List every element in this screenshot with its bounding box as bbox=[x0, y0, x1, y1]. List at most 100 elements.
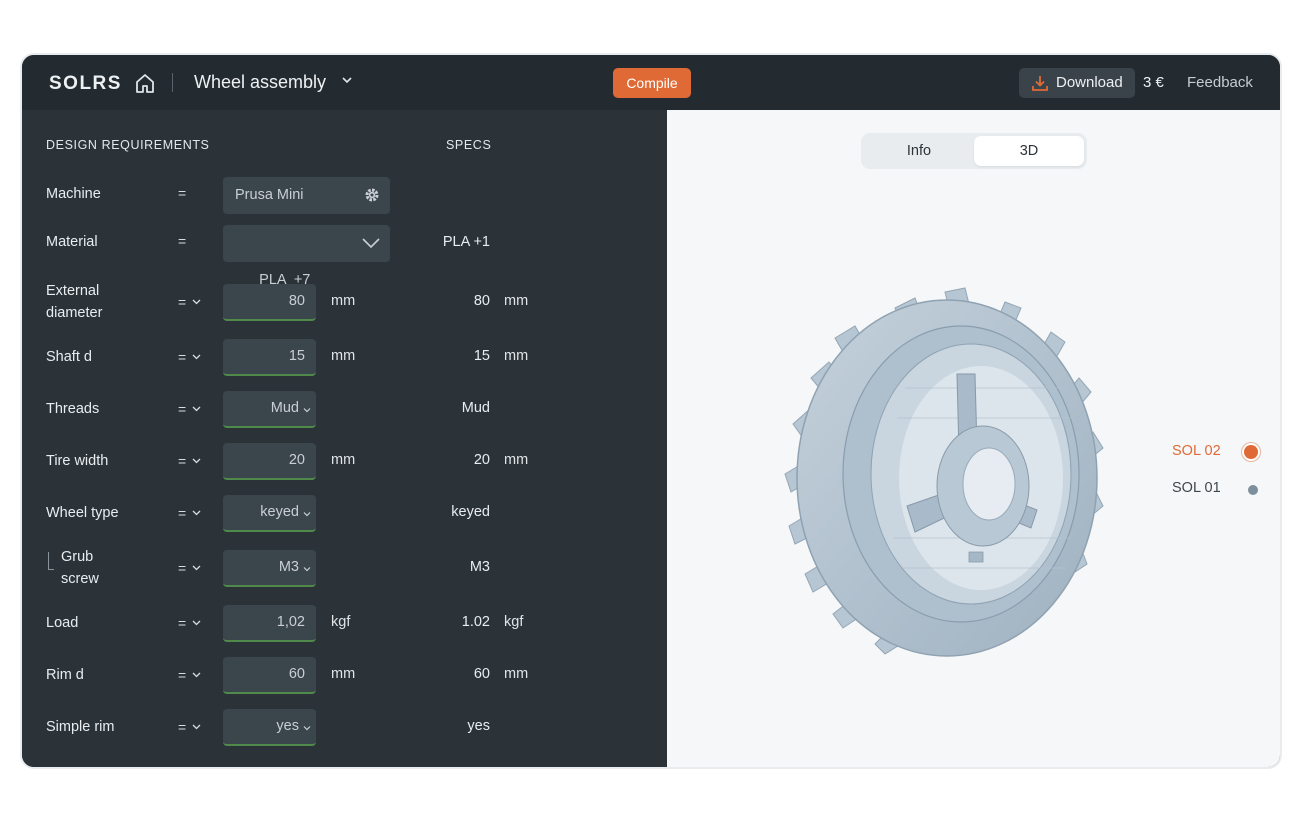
chevron-down-icon bbox=[303, 408, 311, 413]
specs-heading: SPECS bbox=[446, 138, 492, 152]
chevron-down-icon bbox=[192, 565, 201, 571]
threads-operator[interactable]: = bbox=[178, 401, 201, 417]
rim-d-label: Rim d bbox=[46, 667, 84, 683]
download-icon bbox=[1032, 76, 1048, 91]
shaft-d-unit: mm bbox=[331, 348, 356, 364]
simple-rim-select[interactable]: yes bbox=[223, 709, 316, 746]
material-operator: = bbox=[178, 233, 187, 249]
project-title: Wheel assembly bbox=[194, 72, 327, 92]
sub-item-connector bbox=[48, 552, 54, 570]
solution-sol-02[interactable]: SOL 02 bbox=[1172, 443, 1258, 459]
simple-rim-value: yes bbox=[276, 718, 299, 734]
tire-width-spec: 20 bbox=[473, 452, 490, 468]
wheel-type-select[interactable]: keyed bbox=[223, 495, 316, 532]
shaft-d-spec-unit: mm bbox=[504, 348, 529, 364]
external-diameter-input[interactable]: 80 bbox=[223, 284, 316, 321]
chevron-down-icon bbox=[192, 354, 201, 360]
price-label: 3 € bbox=[1143, 74, 1164, 91]
grub-screw-operator[interactable]: = bbox=[178, 560, 201, 576]
threads-value: Mud bbox=[270, 400, 299, 416]
project-selector[interactable]: Wheel assembly bbox=[194, 72, 353, 93]
chevron-down-icon bbox=[362, 238, 380, 249]
shaft-d-operator[interactable]: = bbox=[178, 349, 201, 365]
threads-spec: Mud bbox=[461, 400, 490, 416]
simple-rim-label: Simple rim bbox=[46, 719, 115, 735]
sol-02-label: SOL 02 bbox=[1172, 443, 1221, 459]
external-diameter-unit: mm bbox=[331, 293, 356, 309]
threads-select[interactable]: Mud bbox=[223, 391, 316, 428]
tab-3d[interactable]: 3D bbox=[974, 136, 1084, 166]
sol-01-indicator bbox=[1248, 485, 1258, 495]
chevron-down-icon bbox=[303, 512, 311, 517]
threads-label: Threads bbox=[46, 401, 100, 417]
solrs-logo: SOLRS bbox=[49, 73, 121, 94]
rim-d-spec-unit: mm bbox=[504, 666, 529, 682]
external-diameter-spec-unit: mm bbox=[504, 293, 529, 309]
external-diameter-label: External diameter bbox=[46, 283, 103, 321]
chevron-down-icon bbox=[192, 299, 201, 305]
simple-rim-operator[interactable]: = bbox=[178, 719, 201, 735]
design-requirements-heading: DESIGN REQUIREMENTS bbox=[46, 138, 210, 152]
rim-d-operator[interactable]: = bbox=[178, 667, 201, 683]
grub-screw-label: Grub screw bbox=[61, 549, 99, 587]
machine-label: Machine bbox=[46, 186, 101, 202]
material-label: Material bbox=[46, 234, 98, 250]
sol-02-indicator bbox=[1244, 445, 1258, 459]
top-bar: SOLRS Wheel assembly Compile Download 3 … bbox=[22, 55, 1280, 110]
tire-width-spec-unit: mm bbox=[504, 452, 529, 468]
simple-rim-spec: yes bbox=[467, 718, 490, 734]
compile-button[interactable]: Compile bbox=[613, 68, 691, 98]
tab-info[interactable]: Info bbox=[864, 136, 974, 166]
requirements-panel: DESIGN REQUIREMENTS SPECS Machine = Prus… bbox=[22, 110, 667, 767]
viewer-panel: Info 3D SOL 02 SOL 01 bbox=[667, 110, 1280, 767]
grub-screw-value: M3 bbox=[278, 559, 299, 575]
load-unit: kgf bbox=[331, 614, 351, 630]
chevron-down-icon bbox=[192, 458, 201, 464]
load-spec: 1.02 bbox=[461, 614, 490, 630]
gear-icon[interactable] bbox=[364, 187, 380, 203]
grub-screw-select[interactable]: M3 bbox=[223, 550, 316, 587]
chevron-down-icon bbox=[303, 567, 311, 572]
shaft-d-spec: 15 bbox=[473, 348, 490, 364]
chevron-down-icon bbox=[192, 510, 201, 516]
home-icon[interactable] bbox=[135, 72, 155, 94]
feedback-link[interactable]: Feedback bbox=[1187, 74, 1253, 91]
shaft-d-input[interactable]: 15 bbox=[223, 339, 316, 376]
app-window: SOLRS Wheel assembly Compile Download 3 … bbox=[22, 55, 1280, 767]
material-select[interactable]: PLA +7 bbox=[223, 225, 390, 288]
divider bbox=[172, 73, 173, 92]
chevron-down-icon bbox=[192, 724, 201, 730]
load-spec-unit: kgf bbox=[504, 614, 524, 630]
material-spec: PLA +1 bbox=[442, 234, 490, 250]
machine-value: Prusa Mini bbox=[235, 187, 304, 203]
chevron-down-icon bbox=[192, 672, 201, 678]
solution-sol-01[interactable]: SOL 01 bbox=[1172, 480, 1258, 496]
load-operator[interactable]: = bbox=[178, 615, 201, 631]
wheel-type-label: Wheel type bbox=[46, 505, 119, 521]
tire-width-input[interactable]: 20 bbox=[223, 443, 316, 480]
view-tabs: Info 3D bbox=[861, 133, 1087, 169]
rim-d-spec: 60 bbox=[473, 666, 490, 682]
rim-d-unit: mm bbox=[331, 666, 356, 682]
download-label: Download bbox=[1056, 74, 1123, 91]
chevron-down-icon bbox=[303, 726, 311, 731]
svg-text:SOLRS: SOLRS bbox=[49, 73, 121, 94]
tire-width-label: Tire width bbox=[46, 453, 109, 469]
wheel-type-operator[interactable]: = bbox=[178, 505, 201, 521]
load-input[interactable]: 1,02 bbox=[223, 605, 316, 642]
external-diameter-operator[interactable]: = bbox=[178, 294, 201, 310]
wheel-type-spec: keyed bbox=[451, 504, 490, 520]
download-button[interactable]: Download bbox=[1019, 68, 1135, 98]
shaft-d-label: Shaft d bbox=[46, 349, 92, 365]
wheel-type-value: keyed bbox=[260, 504, 299, 520]
sol-01-label: SOL 01 bbox=[1172, 480, 1221, 496]
wheel-3d-model[interactable] bbox=[775, 278, 1115, 668]
external-diameter-spec: 80 bbox=[473, 293, 490, 309]
machine-operator: = bbox=[178, 185, 187, 201]
chevron-down-icon bbox=[342, 77, 352, 84]
load-label: Load bbox=[46, 615, 79, 631]
tire-width-operator[interactable]: = bbox=[178, 453, 201, 469]
rim-d-input[interactable]: 60 bbox=[223, 657, 316, 694]
machine-field[interactable]: Prusa Mini bbox=[223, 177, 390, 214]
chevron-down-icon bbox=[192, 406, 201, 412]
